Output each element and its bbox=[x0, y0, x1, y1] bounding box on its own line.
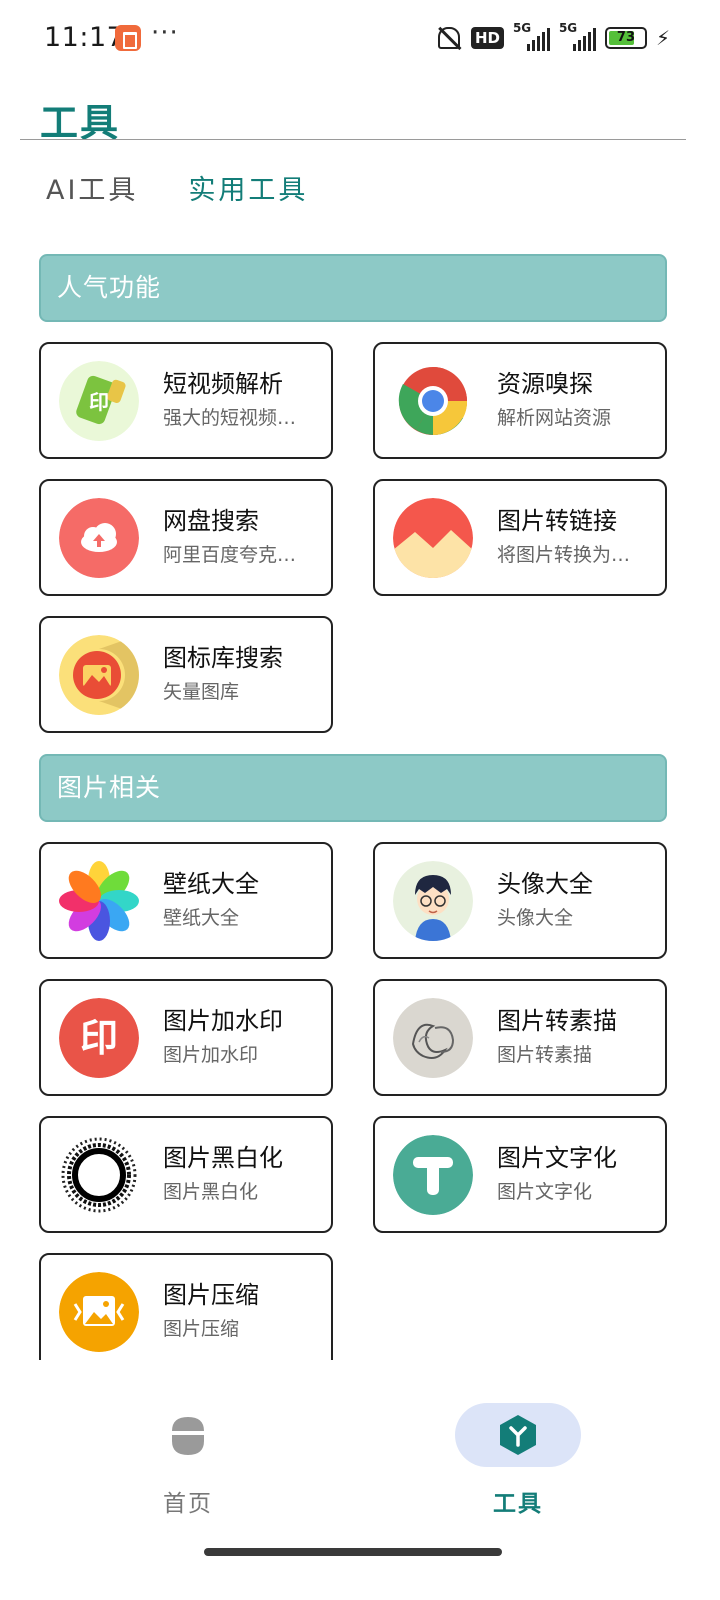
black-white-ring-icon bbox=[59, 1135, 139, 1215]
tool-desc: 强大的短视频解析工具 bbox=[163, 407, 303, 429]
tool-desc: 头像大全 bbox=[497, 907, 574, 929]
tool-desc: 图片转素描 bbox=[497, 1044, 593, 1066]
status-bar: 11:17 ··· HD 5G 5G 73 ⚡ bbox=[0, 0, 720, 76]
tools-hexagon-icon bbox=[498, 1413, 538, 1457]
video-parse-icon: 印 bbox=[59, 361, 139, 441]
nav-tools[interactable]: 工具 bbox=[438, 1400, 598, 1520]
tool-desc: 图片文字化 bbox=[497, 1181, 593, 1203]
letter-t-icon bbox=[393, 1135, 473, 1215]
status-time: 11:17 bbox=[44, 22, 125, 53]
status-indicators: HD 5G 5G 73 ⚡ bbox=[434, 21, 670, 54]
tool-name: 短视频解析 bbox=[163, 370, 283, 398]
nav-home-label: 首页 bbox=[163, 1491, 213, 1517]
bottom-navigation: 首页 工具 bbox=[0, 1360, 720, 1600]
battery-icon: 73 bbox=[604, 27, 647, 49]
tool-name: 网盘搜索 bbox=[163, 507, 259, 535]
more-notifications-icon: ··· bbox=[151, 18, 179, 48]
tool-card-text[interactable]: 图片文字化 图片文字化 bbox=[373, 1116, 667, 1233]
tool-tabs: AI工具 实用工具 bbox=[46, 168, 308, 207]
tool-card-sketch[interactable]: 图片转素描 图片转素描 bbox=[373, 979, 667, 1096]
tool-card-icon-search[interactable]: 图标库搜索 矢量图库 bbox=[39, 616, 333, 733]
tools-list[interactable]: 人气功能 印 短视频解析 强大的短视频解析工具 bbox=[0, 230, 720, 1360]
svg-text:印: 印 bbox=[89, 390, 109, 414]
cloud-upload-icon bbox=[59, 498, 139, 578]
tool-name: 图片加水印 bbox=[163, 1007, 283, 1035]
tool-name: 图片文字化 bbox=[497, 1144, 617, 1172]
tab-utility-tools[interactable]: 实用工具 bbox=[188, 168, 308, 207]
tool-card-video-parse[interactable]: 印 短视频解析 强大的短视频解析工具 bbox=[39, 342, 333, 459]
signal-icon-sim1: 5G bbox=[513, 21, 550, 51]
tool-card-compress[interactable]: 图片压缩 图片压缩 bbox=[39, 1253, 333, 1360]
tool-desc: 图片压缩 bbox=[163, 1318, 240, 1340]
tool-name: 图片转素描 bbox=[497, 1007, 617, 1035]
signal-icon-sim2: 5G bbox=[559, 21, 596, 51]
tool-desc: 将图片转换为链接 bbox=[497, 544, 637, 566]
sketch-icon bbox=[393, 998, 473, 1078]
flower-petals-icon bbox=[59, 861, 139, 941]
tool-name: 图片压缩 bbox=[163, 1281, 259, 1309]
home-acorn-icon bbox=[168, 1413, 208, 1457]
nav-tools-label: 工具 bbox=[493, 1491, 543, 1517]
tool-desc: 图片加水印 bbox=[163, 1044, 259, 1066]
tool-name: 头像大全 bbox=[497, 870, 593, 898]
tool-desc: 阿里百度夸克网盘搜索 bbox=[163, 544, 303, 566]
tool-desc: 矢量图库 bbox=[163, 681, 240, 703]
tool-card-wallpaper[interactable]: 壁纸大全 壁纸大全 bbox=[39, 842, 333, 959]
tool-card-resource-sniff[interactable]: 资源嗅探 解析网站资源 bbox=[373, 342, 667, 459]
nav-home[interactable]: 首页 bbox=[108, 1400, 268, 1520]
mute-bell-icon bbox=[434, 24, 462, 52]
tool-card-image-link[interactable]: 图片转链接 将图片转换为链接 bbox=[373, 479, 667, 596]
tool-desc: 图片黑白化 bbox=[163, 1181, 259, 1203]
chrome-icon bbox=[393, 361, 473, 441]
tool-card-watermark[interactable]: 印 图片加水印 图片加水印 bbox=[39, 979, 333, 1096]
icon-library-icon bbox=[59, 635, 139, 715]
tool-card-pan-search[interactable]: 网盘搜索 阿里百度夸克网盘搜索 bbox=[39, 479, 333, 596]
tool-card-black-white[interactable]: 图片黑白化 图片黑白化 bbox=[39, 1116, 333, 1233]
tool-card-avatar[interactable]: 头像大全 头像大全 bbox=[373, 842, 667, 959]
tool-name: 壁纸大全 bbox=[163, 870, 259, 898]
svg-text:印: 印 bbox=[80, 1016, 118, 1060]
watermark-yin-icon: 印 bbox=[59, 998, 139, 1078]
title-divider bbox=[20, 139, 686, 140]
compress-image-icon bbox=[59, 1272, 139, 1352]
tool-desc: 解析网站资源 bbox=[497, 407, 612, 429]
tool-name: 资源嗅探 bbox=[497, 370, 593, 398]
image-mountain-icon bbox=[393, 498, 473, 578]
charging-bolt-icon: ⚡ bbox=[655, 26, 670, 50]
tool-name: 图片转链接 bbox=[497, 507, 617, 535]
tool-desc: 壁纸大全 bbox=[163, 907, 240, 929]
hd-voice-badge: HD bbox=[470, 27, 504, 49]
cartoon-avatar-icon bbox=[393, 861, 473, 941]
home-indicator[interactable] bbox=[204, 1548, 502, 1556]
tab-ai-tools[interactable]: AI工具 bbox=[46, 168, 138, 207]
notification-app-icon bbox=[115, 25, 141, 51]
section-header-popular: 人气功能 bbox=[39, 254, 667, 322]
tool-name: 图标库搜索 bbox=[163, 644, 283, 672]
section-header-image: 图片相关 bbox=[39, 754, 667, 822]
tool-name: 图片黑白化 bbox=[163, 1144, 283, 1172]
battery-level: 73 bbox=[616, 30, 635, 45]
